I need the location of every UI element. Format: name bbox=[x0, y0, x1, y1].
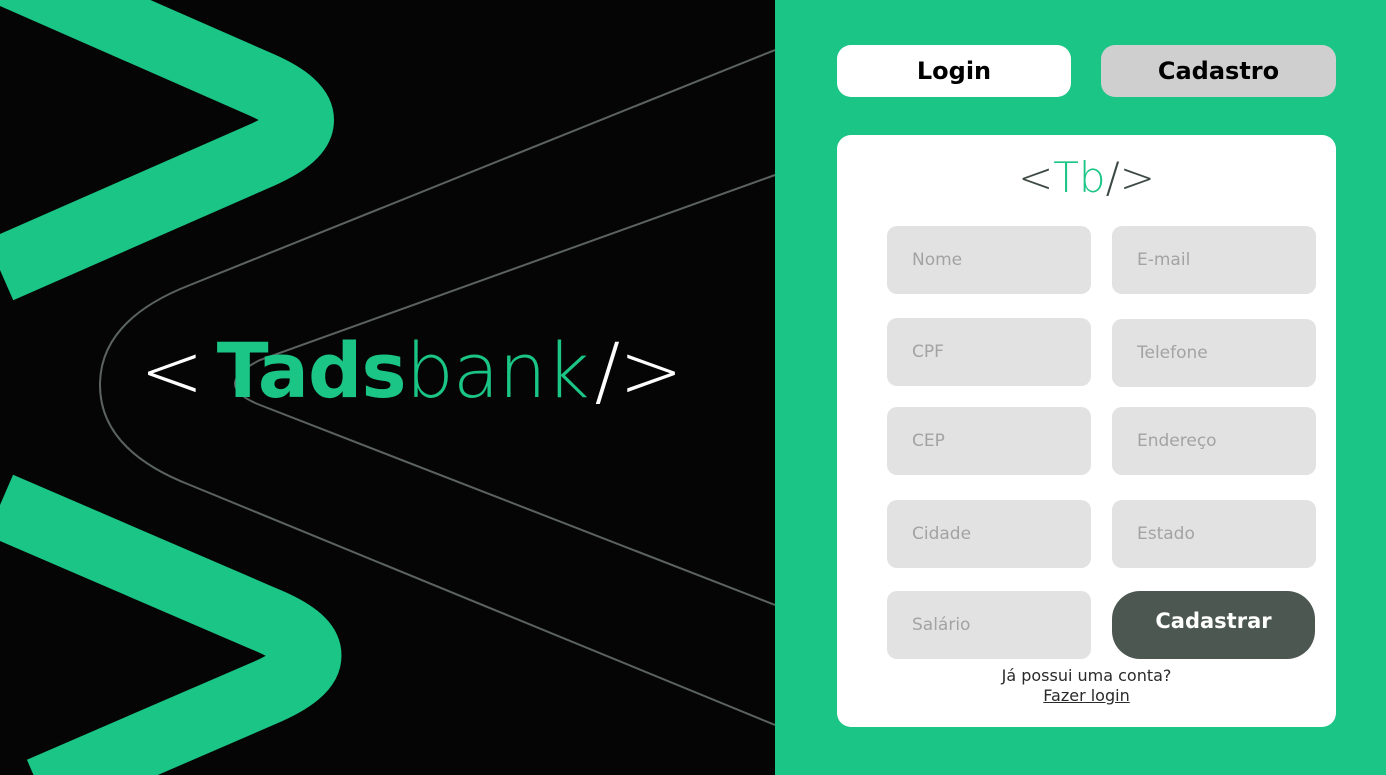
cadastrar-button[interactable]: Cadastrar bbox=[1112, 591, 1315, 659]
cpf-input[interactable] bbox=[887, 318, 1091, 386]
cidade-input[interactable] bbox=[887, 500, 1091, 568]
chevron-shape-top bbox=[0, 0, 334, 301]
email-input[interactable] bbox=[1112, 226, 1316, 294]
chevron-shape-bottom bbox=[0, 474, 342, 775]
brand-tads: Tads bbox=[216, 325, 407, 415]
endereco-input[interactable] bbox=[1112, 407, 1316, 475]
card-logo-close: /> bbox=[1105, 153, 1155, 202]
telefone-input[interactable] bbox=[1112, 319, 1316, 387]
estado-input[interactable] bbox=[1112, 500, 1316, 568]
brand-open-bracket: < bbox=[140, 325, 204, 415]
login-prompt-text: Já possui uma conta? bbox=[1001, 666, 1172, 685]
tab-cadastro[interactable]: Cadastro bbox=[1101, 45, 1336, 97]
login-prompt: Já possui uma conta? Fazer login bbox=[837, 666, 1336, 706]
hero-panel: < Tads bank /> bbox=[0, 0, 775, 775]
nome-input[interactable] bbox=[887, 226, 1091, 294]
brand-logo: < Tads bank /> bbox=[140, 325, 683, 415]
auth-panel: Login Cadastro <Tb/> Cadastrar Já possui… bbox=[775, 0, 1386, 775]
card-logo-tb: Tb bbox=[1053, 153, 1106, 202]
card-logo-open: < bbox=[1018, 153, 1054, 202]
cep-input[interactable] bbox=[887, 407, 1091, 475]
salario-input[interactable] bbox=[887, 591, 1091, 659]
brand-bank: bank bbox=[405, 325, 590, 415]
fazer-login-link[interactable]: Fazer login bbox=[1043, 686, 1129, 705]
brand-close-bracket: /> bbox=[594, 325, 683, 415]
register-card: <Tb/> Cadastrar Já possui uma conta? Faz… bbox=[837, 135, 1336, 727]
card-logo: <Tb/> bbox=[837, 153, 1336, 202]
tab-login[interactable]: Login bbox=[837, 45, 1071, 97]
